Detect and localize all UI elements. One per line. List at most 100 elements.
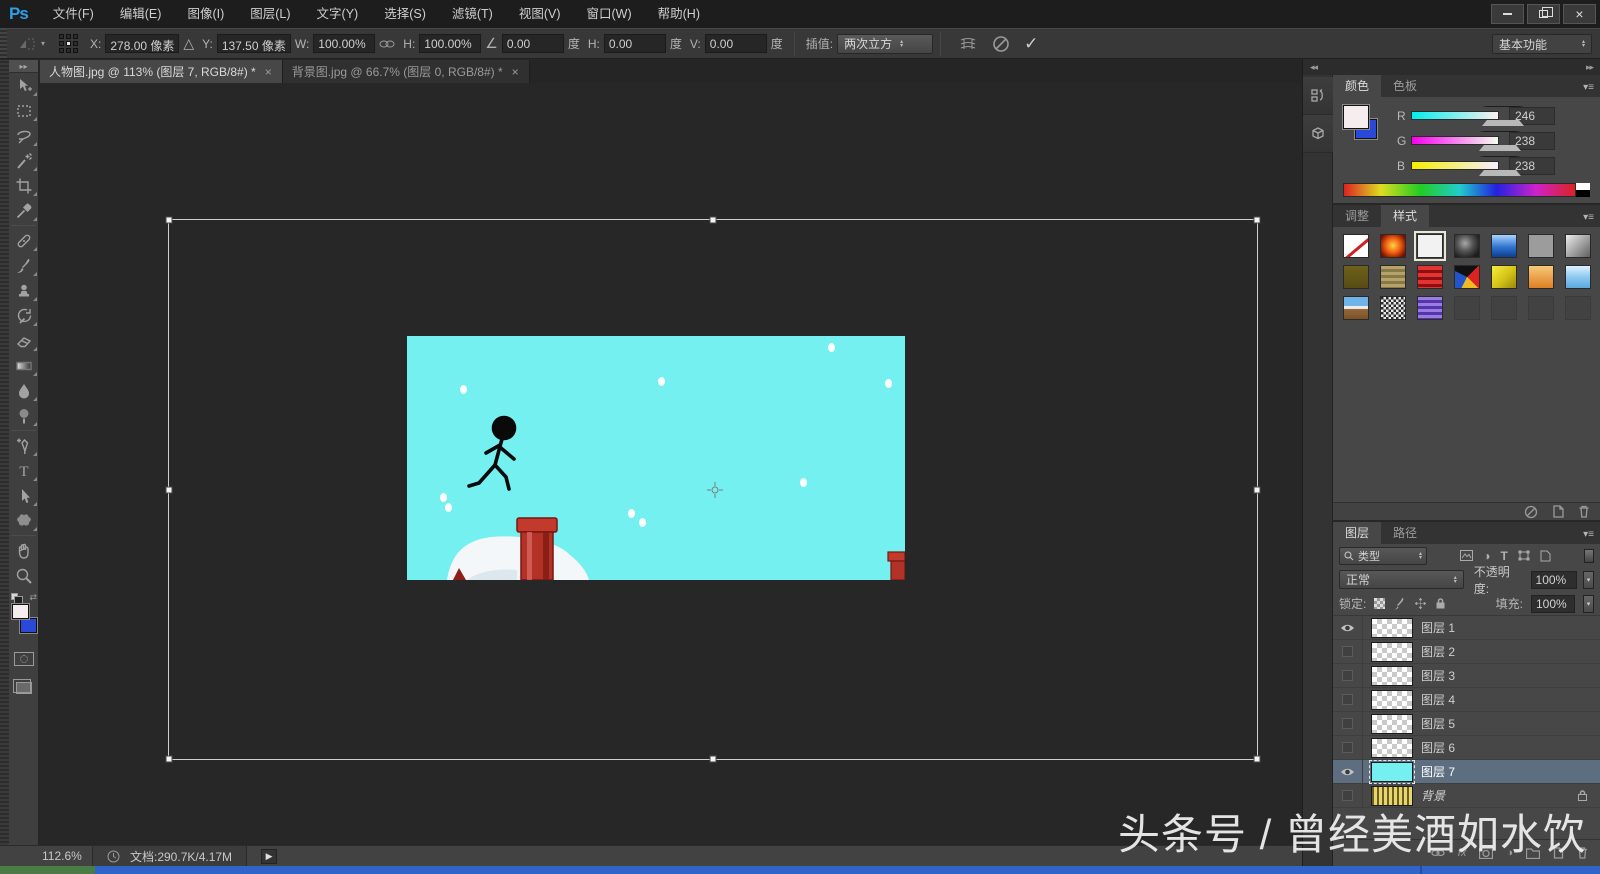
style-swatch-white-rounded[interactable] bbox=[1417, 234, 1443, 258]
default-colors-icon[interactable] bbox=[11, 593, 18, 600]
layer-thumbnail[interactable] bbox=[1371, 714, 1413, 734]
layer-row-1[interactable]: 图层 1 bbox=[1333, 616, 1600, 640]
quick-mask-button[interactable] bbox=[9, 646, 39, 671]
visibility-toggle[interactable] bbox=[1333, 712, 1363, 736]
transform-handle-middle-right[interactable] bbox=[1254, 486, 1261, 493]
transform-handle-top-center[interactable] bbox=[710, 217, 717, 224]
panel-menu-icon[interactable]: ▾≡ bbox=[1577, 525, 1600, 544]
style-swatch-empty-4[interactable] bbox=[1565, 296, 1591, 320]
transform-handle-top-right[interactable] bbox=[1254, 217, 1261, 224]
red-slider[interactable] bbox=[1411, 111, 1499, 120]
rectangular-marquee-tool[interactable] bbox=[9, 98, 39, 123]
lasso-tool[interactable] bbox=[9, 123, 39, 148]
style-swatch-blue-gloss[interactable] bbox=[1491, 234, 1517, 258]
magic-wand-tool[interactable] bbox=[9, 148, 39, 173]
workspace-switcher[interactable]: 基本功能 ▴▾ bbox=[1492, 34, 1592, 54]
pen-tool[interactable] bbox=[9, 433, 39, 458]
menu-window[interactable]: 窗口(W) bbox=[574, 0, 645, 28]
fill-dropdown-button[interactable]: ▾ bbox=[1583, 595, 1594, 613]
layer-thumbnail[interactable] bbox=[1371, 642, 1413, 662]
layer-row-2[interactable]: 图层 2 bbox=[1333, 640, 1600, 664]
type-tool[interactable]: T bbox=[9, 458, 39, 483]
lock-pixels-icon[interactable] bbox=[1393, 597, 1406, 610]
new-style-icon[interactable] bbox=[1552, 505, 1564, 518]
transform-handle-bottom-center[interactable] bbox=[710, 756, 717, 763]
style-swatch-bw-noise[interactable] bbox=[1380, 296, 1406, 320]
tab-color[interactable]: 颜色 bbox=[1333, 75, 1381, 97]
layer-thumbnail[interactable] bbox=[1371, 618, 1413, 638]
collapse-panels-left-icon[interactable]: ◂◂ bbox=[1310, 62, 1317, 73]
close-icon[interactable]: × bbox=[511, 65, 520, 79]
toolbar-collapse-button[interactable]: ▸▸ bbox=[9, 60, 38, 73]
y-position-input[interactable]: 137.50 像素 bbox=[217, 34, 291, 53]
visibility-toggle[interactable] bbox=[1333, 760, 1363, 784]
eyedropper-tool[interactable] bbox=[9, 198, 39, 223]
hand-tool[interactable] bbox=[9, 538, 39, 563]
menu-view[interactable]: 视图(V) bbox=[506, 0, 574, 28]
lock-transparency-icon[interactable] bbox=[1374, 598, 1385, 609]
blur-tool[interactable] bbox=[9, 378, 39, 403]
collapse-panels-right-icon[interactable]: ▸▸ bbox=[1586, 62, 1593, 73]
angle-input[interactable]: 0.00 bbox=[502, 34, 564, 53]
v-skew-input[interactable]: 0.00 bbox=[705, 34, 767, 53]
layer-thumbnail[interactable] bbox=[1371, 738, 1413, 758]
style-swatch-none[interactable] bbox=[1343, 234, 1369, 258]
relative-position-icon[interactable]: △ bbox=[183, 35, 194, 52]
game-image[interactable] bbox=[407, 336, 905, 580]
lock-position-icon[interactable] bbox=[1414, 597, 1427, 610]
menu-file[interactable]: 文件(F) bbox=[40, 0, 107, 28]
close-icon[interactable]: × bbox=[264, 65, 273, 79]
properties-panel-button[interactable] bbox=[1303, 115, 1333, 153]
reference-point-locator[interactable] bbox=[59, 34, 78, 53]
x-position-input[interactable]: 278.00 像素 bbox=[105, 34, 179, 53]
path-selection-tool[interactable] bbox=[9, 483, 39, 508]
style-swatch-gray-bevel[interactable] bbox=[1565, 234, 1591, 258]
link-dimensions-icon[interactable] bbox=[379, 38, 395, 50]
filter-type-layers-icon[interactable]: T bbox=[1500, 549, 1507, 563]
visibility-toggle[interactable] bbox=[1333, 640, 1363, 664]
style-swatch-purple-stripes[interactable] bbox=[1417, 296, 1443, 320]
filter-pixel-layers-icon[interactable] bbox=[1460, 550, 1473, 561]
layer-thumbnail[interactable] bbox=[1371, 762, 1413, 782]
tab-paths[interactable]: 路径 bbox=[1381, 522, 1429, 544]
dodge-tool[interactable] bbox=[9, 403, 39, 428]
background-color-swatch[interactable] bbox=[20, 618, 37, 633]
commit-transform-icon[interactable]: ✓ bbox=[1024, 34, 1038, 54]
brush-tool[interactable] bbox=[9, 253, 39, 278]
close-button[interactable]: × bbox=[1563, 4, 1596, 24]
color-spectrum-ramp[interactable] bbox=[1343, 183, 1576, 197]
filter-type-dropdown[interactable]: 类型 ▴▾ bbox=[1339, 547, 1427, 565]
transform-handle-middle-left[interactable] bbox=[166, 486, 173, 493]
status-options-arrow[interactable]: ▶ bbox=[261, 849, 277, 864]
transform-handle-bottom-left[interactable] bbox=[166, 756, 173, 763]
warp-mode-icon[interactable] bbox=[958, 36, 978, 52]
menu-edit[interactable]: 编辑(E) bbox=[107, 0, 175, 28]
transform-tool-badge[interactable]: ▾ bbox=[17, 36, 45, 52]
trash-icon[interactable] bbox=[1578, 505, 1590, 518]
document-tab-renwutu[interactable]: 人物图.jpg @ 113% (图层 7, RGB/8#) * × bbox=[40, 60, 283, 83]
height-input[interactable]: 100.00% bbox=[419, 34, 481, 53]
h-skew-input[interactable]: 0.00 bbox=[604, 34, 666, 53]
foreground-color-swatch[interactable] bbox=[1343, 105, 1369, 129]
foreground-color-swatch[interactable] bbox=[12, 604, 29, 619]
layer-row-3[interactable]: 图层 3 bbox=[1333, 664, 1600, 688]
interpolation-dropdown[interactable]: 两次立方 ▴▾ bbox=[837, 34, 933, 54]
canvas-area[interactable] bbox=[40, 83, 1302, 845]
clone-stamp-tool[interactable] bbox=[9, 278, 39, 303]
blue-slider[interactable] bbox=[1411, 161, 1499, 170]
tab-swatches[interactable]: 色板 bbox=[1381, 75, 1429, 97]
style-swatch-landscape[interactable] bbox=[1343, 296, 1369, 320]
style-swatch-yellow-gem[interactable] bbox=[1491, 265, 1517, 289]
style-swatch-camo[interactable] bbox=[1454, 265, 1480, 289]
tab-adjustments[interactable]: 调整 bbox=[1333, 205, 1381, 227]
menu-filter[interactable]: 滤镜(T) bbox=[439, 0, 506, 28]
menu-select[interactable]: 选择(S) bbox=[371, 0, 439, 28]
crop-tool[interactable] bbox=[9, 173, 39, 198]
zoom-tool[interactable] bbox=[9, 563, 39, 588]
layer-thumbnail[interactable] bbox=[1371, 666, 1413, 686]
layer-row-6[interactable]: 图层 6 bbox=[1333, 736, 1600, 760]
document-tab-beijingtu[interactable]: 背景图.jpg @ 66.7% (图层 0, RGB/8#) * × bbox=[283, 60, 530, 83]
width-input[interactable]: 100.00% bbox=[313, 34, 375, 53]
move-tool[interactable] bbox=[9, 73, 39, 98]
filter-shape-layers-icon[interactable] bbox=[1518, 550, 1530, 561]
